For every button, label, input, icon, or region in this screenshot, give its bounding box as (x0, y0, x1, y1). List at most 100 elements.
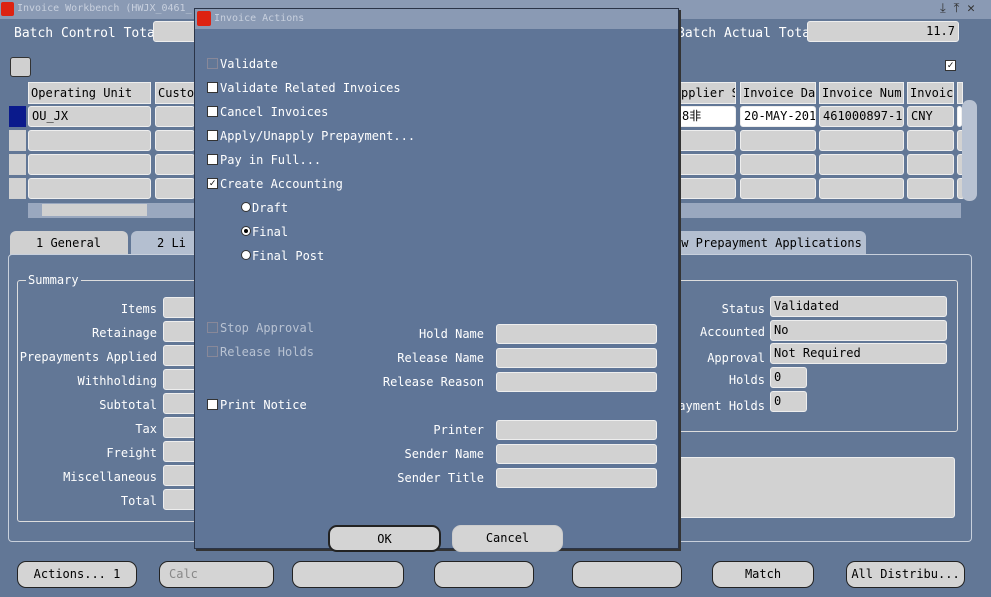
folder-icon[interactable] (10, 57, 31, 77)
batch-actual-label: Batch Actual Total (677, 26, 818, 41)
window-controls-icon[interactable]: ⤓ ⤒ ✕ (940, 1, 975, 16)
grid-cell[interactable] (740, 154, 816, 175)
select-all-checkbox[interactable]: ✓ (945, 60, 956, 71)
col-supplier-site[interactable]: pplier S: (678, 82, 736, 104)
release-reason-label: Release Reason (382, 375, 484, 389)
grid-cell[interactable] (819, 154, 904, 175)
sender-title-label: Sender Title (397, 471, 484, 485)
grid-cell[interactable] (678, 130, 736, 151)
printer-label: Printer (433, 423, 484, 437)
invoice-actions-dialog: Invoice Actions Validate Validate Related… (194, 8, 679, 552)
sender-title-field[interactable] (496, 468, 657, 488)
holds-field[interactable]: 0 (770, 367, 807, 388)
grid-cell[interactable] (28, 130, 151, 151)
grid-cell[interactable] (740, 130, 816, 151)
batch-control-field[interactable] (153, 21, 198, 42)
grid-cell[interactable] (155, 178, 195, 199)
accounting-mode-radio[interactable] (241, 226, 251, 236)
row-indicator[interactable] (9, 154, 26, 175)
vertical-scrollbar[interactable] (962, 100, 977, 201)
batch-actual-field[interactable]: 11.7 (807, 21, 959, 42)
grid-cell[interactable] (155, 130, 195, 151)
stop-approval-label: Stop Approval (220, 321, 314, 335)
summary-label: Subtotal (99, 398, 157, 412)
col-invoice-currency[interactable]: Invoic (907, 82, 954, 104)
accounting-mode-label: Final Post (252, 249, 325, 263)
grid-cell[interactable] (28, 154, 151, 175)
cell-currency[interactable]: CNY (907, 106, 954, 127)
col-invoice-num[interactable]: Invoice Num (819, 82, 904, 104)
sender-name-label: Sender Name (404, 447, 484, 461)
grid-cell[interactable] (819, 130, 904, 151)
col-more[interactable] (957, 82, 963, 104)
grid-cell[interactable] (740, 178, 816, 199)
oracle-logo-icon (197, 11, 211, 26)
ok-button[interactable]: OK (328, 525, 441, 552)
approval-field: Not Required (770, 343, 947, 364)
cell-invoice-num[interactable]: 461000897-1 (819, 106, 904, 127)
release-holds-checkbox[interactable] (207, 346, 218, 357)
status-label: Status (721, 302, 765, 316)
row-indicator[interactable] (9, 178, 26, 199)
cell-invoice-date[interactable]: 20-MAY-2010 (740, 106, 816, 127)
option-label: Apply/Unapply Prepayment... (220, 129, 416, 143)
option-label: Cancel Invoices (220, 105, 329, 119)
tab-general[interactable]: 1 General (10, 231, 128, 255)
summary-title: Summary (26, 273, 81, 287)
grid-cell[interactable] (155, 154, 195, 175)
grid-cell[interactable] (28, 178, 151, 199)
tab-prepayment-applications[interactable]: ew Prepayment Applications (670, 231, 866, 255)
option-checkbox[interactable] (207, 130, 218, 141)
calculate-button[interactable]: Calc (159, 561, 274, 588)
option-label: Create Accounting (220, 177, 343, 191)
approval-label: Approval (707, 351, 765, 365)
grid-cell[interactable] (678, 154, 736, 175)
grid-cell[interactable] (678, 178, 736, 199)
release-name-field[interactable] (496, 348, 657, 368)
summary-label: Retainage (91, 326, 157, 340)
grid-cell[interactable] (819, 178, 904, 199)
oracle-logo-icon (1, 2, 14, 16)
option-checkbox[interactable] (207, 58, 218, 69)
col-customer[interactable]: Custo (155, 82, 195, 104)
row-indicator[interactable] (9, 130, 26, 151)
option-checkbox[interactable]: ✓ (207, 178, 218, 189)
batch-control-label: Batch Control Total (14, 26, 163, 41)
accounted-field: No (770, 320, 947, 341)
cell-customer[interactable] (155, 106, 195, 127)
tab-lines[interactable]: 2 Li (131, 231, 201, 255)
option-label: Validate (220, 57, 278, 71)
accounting-mode-label: Draft (252, 201, 289, 215)
sender-name-field[interactable] (496, 444, 657, 464)
accounting-mode-radio[interactable] (241, 250, 251, 260)
option-checkbox[interactable] (207, 106, 218, 117)
summary-label: Total (120, 494, 157, 508)
grid-cell[interactable] (907, 178, 954, 199)
cancel-button[interactable]: Cancel (452, 525, 563, 552)
button-5[interactable] (572, 561, 682, 588)
actions-button[interactable]: Actions... 1 (17, 561, 137, 588)
option-checkbox[interactable] (207, 154, 218, 165)
cell-operating-unit[interactable]: OU_JX (28, 106, 151, 127)
scroll-thumb[interactable] (42, 204, 147, 216)
col-operating-unit[interactable]: Operating Unit (28, 82, 151, 104)
cell-supplier-site[interactable]: 8非 (678, 106, 736, 127)
description-field[interactable] (670, 457, 955, 518)
button-3[interactable] (292, 561, 404, 588)
hold-name-label: Hold Name (418, 327, 484, 341)
print-notice-checkbox[interactable] (207, 399, 218, 410)
hold-name-field[interactable] (496, 324, 657, 344)
grid-cell[interactable] (907, 130, 954, 151)
grid-cell[interactable] (907, 154, 954, 175)
option-checkbox[interactable] (207, 82, 218, 93)
col-invoice-date[interactable]: Invoice Dat (740, 82, 816, 104)
match-button[interactable]: Match (712, 561, 814, 588)
release-reason-field[interactable] (496, 372, 657, 392)
button-4[interactable] (434, 561, 534, 588)
accounting-mode-radio[interactable] (241, 202, 251, 212)
all-distributions-button[interactable]: All Distribu... (846, 561, 965, 588)
current-row-indicator[interactable] (9, 106, 26, 127)
payment-holds-field[interactable]: 0 (770, 391, 807, 412)
printer-field[interactable] (496, 420, 657, 440)
stop-approval-checkbox[interactable] (207, 322, 218, 333)
